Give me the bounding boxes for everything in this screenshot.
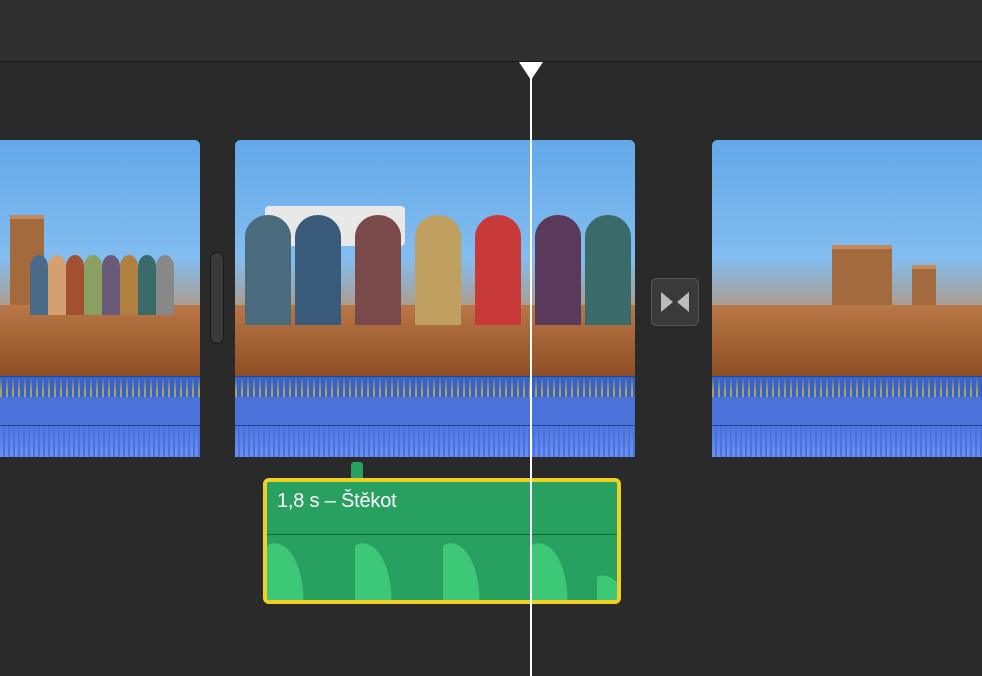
trim-handle[interactable]	[210, 252, 224, 344]
sound-effect-label: 1,8 s – Štěkot	[277, 490, 397, 513]
clip-thumbnail	[0, 140, 200, 376]
timeline[interactable]: 1,8 s – Štěkot	[0, 62, 982, 676]
clip-audio-waveform[interactable]	[235, 376, 635, 456]
transition-icon[interactable]	[651, 278, 699, 326]
video-clip[interactable]	[712, 140, 982, 456]
playhead[interactable]	[530, 78, 532, 676]
clip-audio-waveform[interactable]	[712, 376, 982, 456]
toolbar-strip	[0, 0, 982, 62]
clip-thumbnail	[235, 140, 635, 376]
clip-audio-waveform[interactable]	[0, 376, 200, 456]
video-clip[interactable]	[235, 140, 635, 456]
sound-effect-clip[interactable]: 1,8 s – Štěkot	[263, 478, 621, 604]
clip-thumbnail	[712, 140, 982, 376]
audio-clip-anchor[interactable]	[351, 462, 363, 478]
sound-effect-waveform	[267, 530, 617, 600]
video-clip[interactable]	[0, 140, 200, 456]
